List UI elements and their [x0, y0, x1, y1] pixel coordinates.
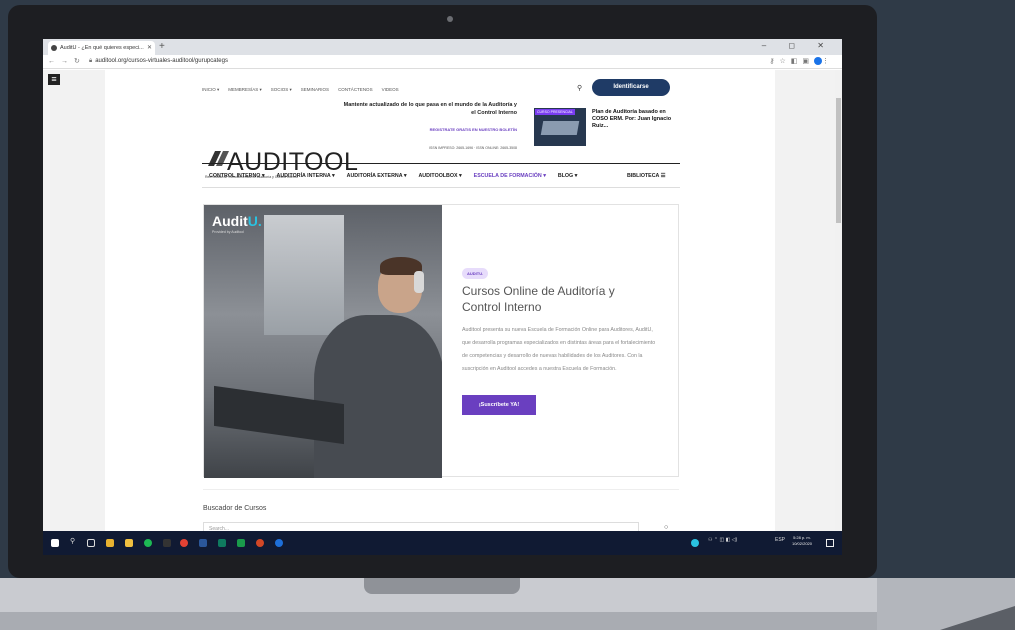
nav-escuela-formacion[interactable]: ESCUELA DE FORMACIÓN ▾: [474, 173, 546, 179]
topnav-membresias[interactable]: MEMBRESÍAS ▾: [228, 87, 262, 93]
topnav-seminarios[interactable]: SEMINARIOS: [301, 87, 329, 93]
login-button[interactable]: Identificarse: [592, 79, 670, 96]
window-background: [264, 215, 344, 335]
clock[interactable]: 5:28 p. m. 10/02/2020: [792, 535, 812, 547]
search-icon[interactable]: ⚲: [577, 84, 582, 92]
scrollbar-thumb[interactable]: [836, 98, 841, 223]
tab-close-icon[interactable]: ✕: [147, 44, 152, 51]
tab-strip: AuditU - ¿En qué quieres especi... ✕ + –…: [43, 39, 842, 55]
subscribe-button[interactable]: ¡Suscríbete YA!: [462, 395, 536, 415]
course-hero-image: AuditU. Provided by Auditool: [204, 205, 442, 478]
auditu-logo-text: Audit: [212, 213, 248, 229]
newsletter-promo: Mantente actualizado de lo que pasa en e…: [343, 102, 517, 116]
url-text: auditool.org/cursos-virtuales-auditool/g…: [95, 58, 228, 64]
camera-icon: [447, 16, 453, 22]
language-indicator[interactable]: ESP: [775, 537, 785, 543]
featured-course-image[interactable]: CURSO PRESENCIAL: [534, 108, 586, 146]
laptop-notch: [364, 578, 520, 594]
course-search-title: Buscador de Cursos: [203, 505, 267, 512]
nav-auditoria-externa[interactable]: AUDITORÍA EXTERNA ▾: [347, 173, 407, 179]
menu-dots-icon[interactable]: ⋮: [822, 58, 834, 65]
course-search-icon[interactable]: ○: [664, 524, 668, 531]
clock-date: 10/02/2020: [791, 541, 812, 546]
course-title: Cursos Online de Auditoría y Control Int…: [462, 284, 615, 314]
project-icon[interactable]: [237, 539, 245, 547]
nav-control-interno[interactable]: CONTROL INTERNO ▾: [209, 173, 265, 179]
edge-icon[interactable]: [275, 539, 283, 547]
topnav-inicio[interactable]: INICIO ▾: [202, 87, 219, 93]
extension-icon[interactable]: ◧: [791, 58, 803, 65]
nav-auditoria-interna[interactable]: AUDITORÍA INTERNA ▾: [277, 173, 335, 179]
new-tab-icon[interactable]: +: [159, 41, 165, 53]
tray-icons[interactable]: ⚇ ⌃ ◫ ◧ ◁): [708, 537, 737, 543]
powerpoint-icon[interactable]: [256, 539, 264, 547]
nav-biblioteca[interactable]: BIBLIOTECA ☰: [627, 173, 665, 179]
store-icon[interactable]: [106, 539, 114, 547]
auditu-logo-u: U.: [247, 213, 262, 229]
issn-text: ISSN IMPRESO: 2665-1696 · ISSN ONLINE: 2…: [429, 146, 517, 150]
browser-tab[interactable]: AuditU - ¿En qué quieres especi... ✕: [48, 41, 155, 55]
coso-logo-graphic: [540, 121, 580, 135]
reload-icon[interactable]: ↻: [74, 58, 86, 65]
course-description: Auditool presenta su nueva Escuela de Fo…: [462, 327, 656, 372]
nav-blog[interactable]: BLOG ▾: [558, 173, 577, 179]
auditu-logo: AuditU.: [212, 213, 262, 229]
window-controls[interactable]: – ◻ ✕: [762, 41, 834, 50]
course-card: AuditU. Provided by Auditool AUDITU. Cur…: [203, 204, 679, 478]
topnav-videos[interactable]: VIDEOS: [382, 87, 399, 93]
word-icon[interactable]: [199, 539, 207, 547]
extension-icons: ⚷☆◧▣ ⋮: [769, 57, 834, 66]
topnav-socios[interactable]: SOCIOS ▾: [271, 87, 292, 93]
shield-icon[interactable]: ▣: [802, 58, 814, 65]
page-viewport: ≡ INICIO ▾ MEMBRESÍAS ▾ SOCIOS ▾ SEMINAR…: [43, 70, 842, 531]
nav-divider: [202, 163, 680, 164]
person-body: [314, 315, 442, 478]
screen: AuditU - ¿En qué quieres especi... ✕ + –…: [43, 39, 842, 555]
headphones-graphic: [414, 271, 424, 293]
favicon-icon: [51, 45, 57, 51]
tab-title: AuditU - ¿En qué quieres especi...: [60, 45, 144, 51]
laptop-base-edge: [0, 612, 1015, 630]
windows-taskbar: ⚲ ⚇ ⌃ ◫ ◧ ◁) ESP 5:28 p. m. 10/02/2020: [43, 531, 842, 555]
featured-tag: CURSO PRESENCIAL: [535, 109, 575, 115]
app-icon[interactable]: [163, 539, 171, 547]
tray-app-icon[interactable]: [691, 539, 699, 547]
task-view-icon[interactable]: [87, 539, 95, 547]
forward-icon[interactable]: →: [61, 58, 74, 65]
notification-icon[interactable]: [826, 539, 834, 547]
featured-course-title[interactable]: Plan de Auditoría basado en COSO ERM. Po…: [592, 109, 672, 130]
windows-start-icon[interactable]: [51, 539, 59, 547]
auditu-provided-by: Provided by Auditool: [212, 230, 244, 234]
main-nav: CONTROL INTERNO ▾ AUDITORÍA INTERNA ▾ AU…: [209, 173, 577, 179]
back-icon[interactable]: ←: [48, 58, 61, 65]
browser-toolbar: ←→↻ 🔒︎ auditool.org/cursos-virtuales-audi…: [43, 55, 842, 69]
spotify-icon[interactable]: [144, 539, 152, 547]
nav-auditoolbox[interactable]: AUDITOOLBOX ▾: [418, 173, 461, 179]
newsletter-link[interactable]: REGISTRATE GRATIS EN NUESTRO BOLETÍN: [341, 127, 517, 132]
course-badge[interactable]: AUDITU.: [462, 268, 489, 279]
hamburger-menu-icon[interactable]: ≡: [48, 74, 60, 85]
course-search-input[interactable]: Search...: [203, 522, 639, 531]
scrollbar[interactable]: [835, 70, 842, 531]
address-bar[interactable]: 🔒︎ auditool.org/cursos-virtuales-auditool…: [89, 58, 228, 65]
excel-icon[interactable]: [218, 539, 226, 547]
topnav-contactenos[interactable]: CONTÁCTENOS: [338, 87, 373, 93]
top-nav: INICIO ▾ MEMBRESÍAS ▾ SOCIOS ▾ SEMINARIO…: [202, 87, 399, 93]
nav-buttons: ←→↻: [48, 57, 86, 65]
section-divider: [203, 489, 679, 490]
lock-icon: 🔒︎: [89, 58, 93, 64]
star-icon[interactable]: ☆: [779, 58, 790, 65]
file-explorer-icon[interactable]: [125, 539, 133, 547]
search-taskbar-icon[interactable]: ⚲: [70, 537, 78, 545]
chrome-icon[interactable]: [180, 539, 188, 547]
nav-divider-bottom: [202, 187, 680, 188]
key-icon[interactable]: ⚷: [769, 58, 779, 65]
profile-avatar[interactable]: [814, 57, 822, 66]
page-content: INICIO ▾ MEMBRESÍAS ▾ SOCIOS ▾ SEMINARIO…: [105, 70, 775, 531]
